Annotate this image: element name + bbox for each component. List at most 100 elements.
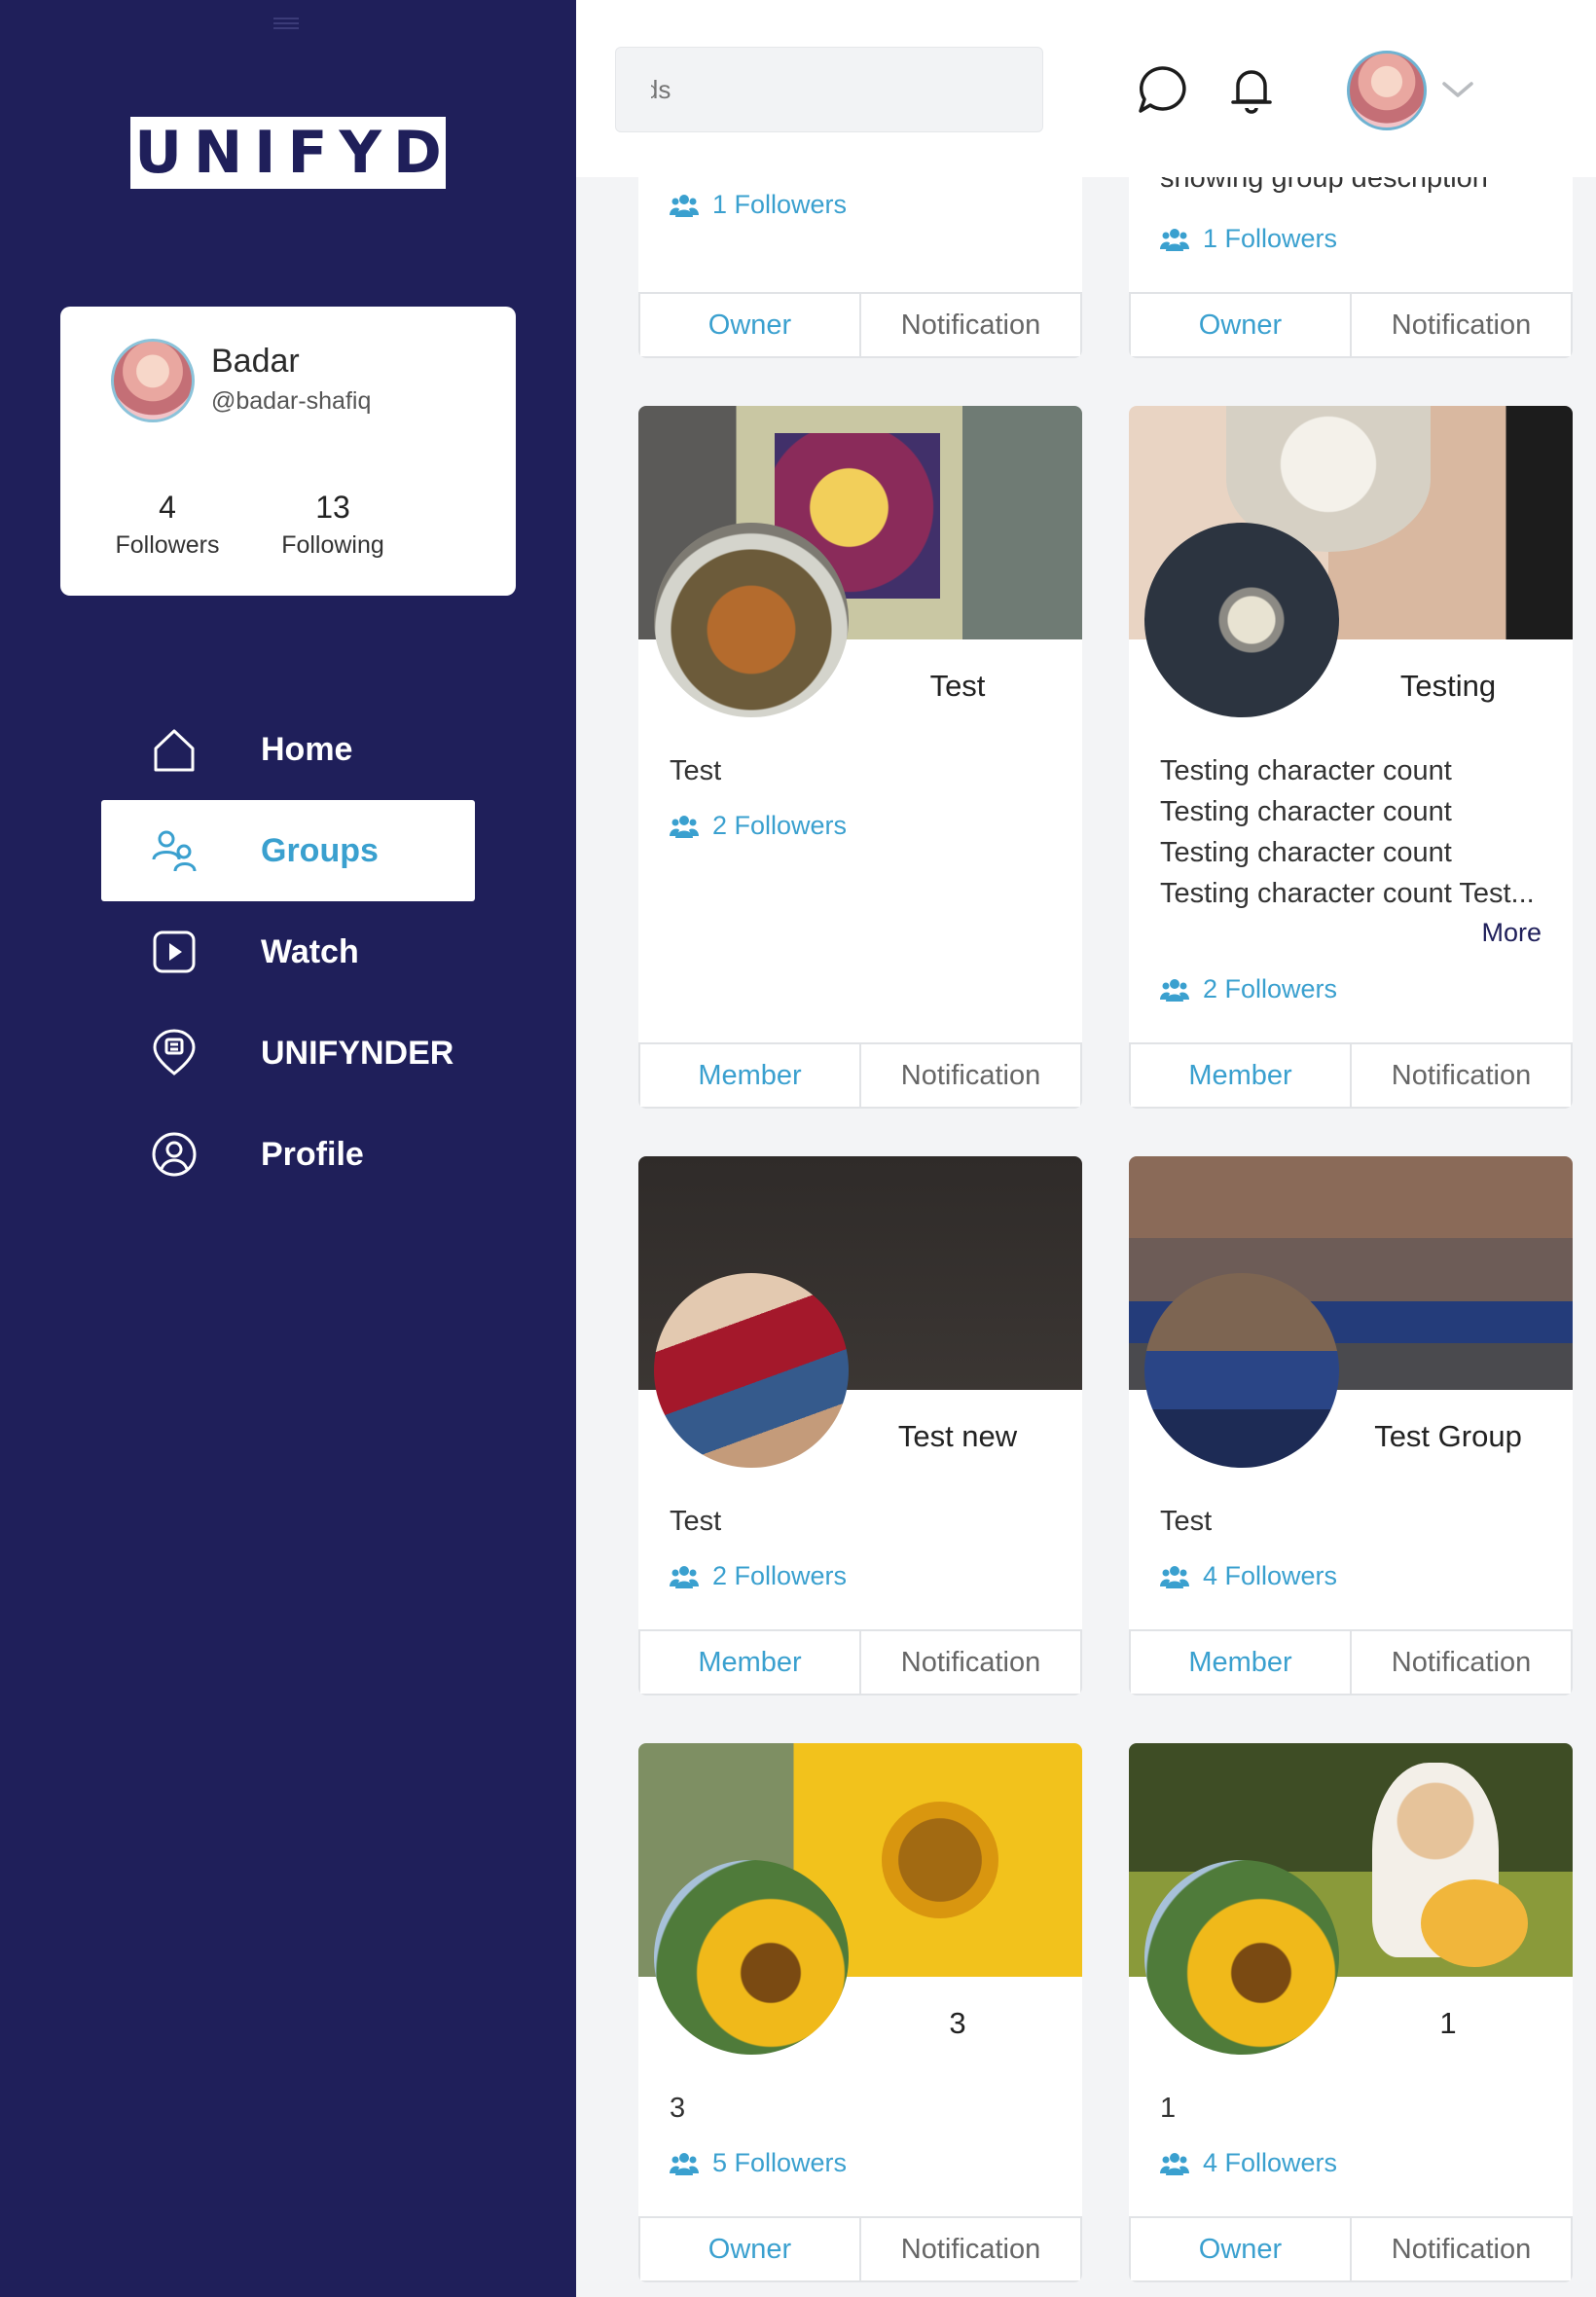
- profile-name[interactable]: Badar: [211, 343, 300, 381]
- group-description: Test: [670, 1506, 722, 1537]
- group-card[interactable]: showing group description 1 Followers Ow…: [1129, 156, 1573, 358]
- search-input[interactable]: [651, 74, 1042, 105]
- notification-button[interactable]: Notification: [1352, 1042, 1573, 1109]
- followers-count[interactable]: 2 Followers: [1160, 974, 1337, 1004]
- group-thumbnail: [654, 1273, 849, 1468]
- nav-label: Groups: [261, 831, 379, 869]
- following-stat[interactable]: 13 Following: [265, 490, 401, 560]
- group-description: 3: [670, 2093, 686, 2124]
- nav-item-profile[interactable]: Profile: [101, 1104, 475, 1205]
- notification-button[interactable]: Notification: [1352, 2216, 1573, 2282]
- users-icon: [1160, 978, 1189, 1002]
- group-thumbnail: [1144, 1273, 1339, 1468]
- group-card[interactable]: Test Group Test 4 Followers Member Notif…: [1129, 1156, 1573, 1695]
- users-icon: [670, 2152, 699, 2175]
- avatar[interactable]: [1347, 51, 1427, 130]
- users-icon: [1160, 228, 1189, 251]
- group-title[interactable]: Test: [852, 669, 1063, 704]
- group-card[interactable]: Test new Test 2 Followers Member Notific…: [638, 1156, 1082, 1695]
- bell-icon[interactable]: [1224, 62, 1279, 117]
- users-icon: [1160, 2152, 1189, 2175]
- group-card[interactable]: 1 Followers Owner Notification: [638, 156, 1082, 358]
- notification-button[interactable]: Notification: [861, 2216, 1082, 2282]
- avatar[interactable]: [111, 339, 195, 422]
- role-button[interactable]: Member: [638, 1629, 861, 1695]
- group-thumbnail: [1144, 523, 1339, 717]
- more-link[interactable]: More: [1481, 918, 1542, 948]
- card-actions: Owner Notification: [638, 292, 1082, 358]
- nav-item-unifynder[interactable]: UNIFYNDER: [101, 1003, 475, 1104]
- group-card[interactable]: 1 1 4 Followers Owner Notification: [1129, 1743, 1573, 2282]
- card-actions: Member Notification: [1129, 1042, 1573, 1109]
- group-title[interactable]: Test Group: [1343, 1419, 1553, 1454]
- followers-text: 4 Followers: [1203, 2148, 1338, 2177]
- role-button[interactable]: Member: [1129, 1629, 1352, 1695]
- card-actions: Owner Notification: [638, 2216, 1082, 2282]
- role-button[interactable]: Member: [638, 1042, 861, 1109]
- role-button[interactable]: Owner: [638, 2216, 861, 2282]
- users-icon: [670, 194, 699, 217]
- followers-count: 4: [159, 490, 176, 525]
- nav-item-groups[interactable]: Groups: [101, 800, 475, 901]
- top-bar: [576, 0, 1596, 177]
- profile-icon: [150, 1130, 199, 1179]
- role-button[interactable]: Owner: [1129, 2216, 1352, 2282]
- nav-label: UNIFYNDER: [261, 1034, 454, 1072]
- following-count: 13: [315, 490, 350, 525]
- followers-count[interactable]: 5 Followers: [670, 2148, 847, 2178]
- group-title[interactable]: 1: [1343, 2006, 1553, 2041]
- following-label: Following: [281, 531, 384, 559]
- sidebar: UNIFYD Badar @badar-shafiq 4 Followers 1…: [0, 0, 576, 2297]
- group-card[interactable]: 3 3 5 Followers Owner Notification: [638, 1743, 1082, 2282]
- nav-label: Profile: [261, 1135, 364, 1173]
- logo[interactable]: UNIFYD: [130, 117, 446, 189]
- main-nav: Home Groups Watch UNIFYNDER Profile: [101, 699, 475, 1205]
- role-button[interactable]: Member: [1129, 1042, 1352, 1109]
- followers-count[interactable]: 2 Followers: [670, 811, 847, 841]
- followers-count[interactable]: 4 Followers: [1160, 1561, 1337, 1591]
- notification-button[interactable]: Notification: [1352, 1629, 1573, 1695]
- followers-count[interactable]: 2 Followers: [670, 1561, 847, 1591]
- group-thumbnail: [654, 1860, 849, 2055]
- notification-button[interactable]: Notification: [1352, 292, 1573, 358]
- followers-text: 1 Followers: [712, 190, 848, 219]
- logo-text: UNIFYD: [134, 119, 453, 187]
- notification-button[interactable]: Notification: [861, 292, 1082, 358]
- group-title[interactable]: 3: [852, 2006, 1063, 2041]
- users-icon: [1160, 1565, 1189, 1588]
- nav-item-home[interactable]: Home: [101, 699, 475, 800]
- profile-card: Badar @badar-shafiq 4 Followers 13 Follo…: [60, 307, 516, 596]
- group-title[interactable]: Test new: [852, 1419, 1063, 1454]
- group-thumbnail: [654, 523, 849, 717]
- card-actions: Member Notification: [1129, 1629, 1573, 1695]
- card-actions: Owner Notification: [1129, 2216, 1573, 2282]
- role-button[interactable]: Owner: [638, 292, 861, 358]
- watch-icon: [150, 928, 199, 976]
- notification-button[interactable]: Notification: [861, 1042, 1082, 1109]
- followers-count[interactable]: 1 Followers: [1160, 224, 1337, 254]
- group-title[interactable]: Testing: [1343, 669, 1553, 704]
- followers-text: 5 Followers: [712, 2148, 848, 2177]
- followers-text: 2 Followers: [1203, 974, 1338, 1003]
- profile-handle: @badar-shafiq: [211, 387, 372, 415]
- followers-stat[interactable]: 4 Followers: [99, 490, 236, 560]
- followers-text: 4 Followers: [1203, 1561, 1338, 1590]
- chat-icon[interactable]: [1135, 62, 1189, 117]
- nav-item-watch[interactable]: Watch: [101, 901, 475, 1003]
- group-card[interactable]: Testing Testing character count Testing …: [1129, 406, 1573, 1109]
- followers-text: 2 Followers: [712, 811, 848, 840]
- notification-button[interactable]: Notification: [861, 1629, 1082, 1695]
- group-card[interactable]: Test Test 2 Followers Member Notificatio…: [638, 406, 1082, 1109]
- followers-count[interactable]: 4 Followers: [1160, 2148, 1337, 2178]
- followers-label: Followers: [115, 531, 220, 559]
- search-box[interactable]: [615, 47, 1043, 132]
- group-thumbnail: [1144, 1860, 1339, 2055]
- group-description: Testing character count Testing characte…: [1160, 755, 1535, 909]
- group-description: Test: [1160, 1506, 1213, 1537]
- card-actions: Member Notification: [638, 1042, 1082, 1109]
- role-button[interactable]: Owner: [1129, 292, 1352, 358]
- card-actions: Member Notification: [638, 1629, 1082, 1695]
- followers-count[interactable]: 1 Followers: [670, 190, 847, 220]
- chevron-down-icon[interactable]: [1438, 70, 1477, 109]
- menu-icon[interactable]: [273, 18, 299, 29]
